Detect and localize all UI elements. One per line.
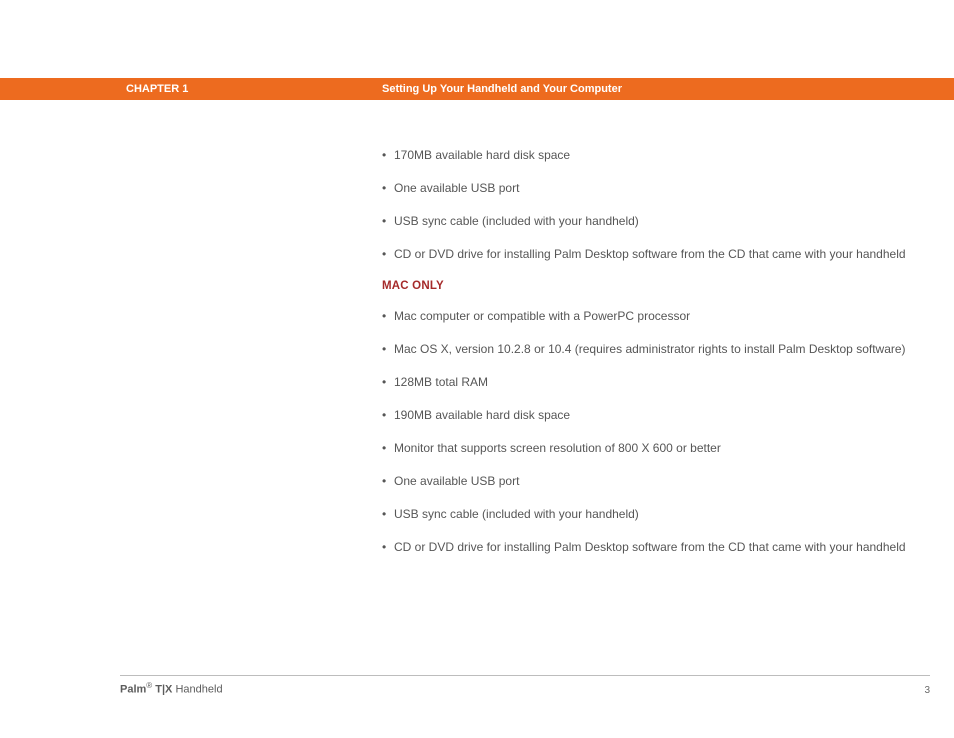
list-item: One available USB port [382, 472, 930, 490]
page-content: 170MB available hard disk space One avai… [382, 146, 930, 571]
list-item: CD or DVD drive for installing Palm Desk… [382, 245, 930, 263]
page-footer: Palm® T|X Handheld 3 [120, 681, 930, 696]
footer-model: T|X [152, 684, 172, 696]
list-item: Mac computer or compatible with a PowerP… [382, 307, 930, 325]
footer-rule [120, 675, 930, 676]
list-item: USB sync cable (included with your handh… [382, 212, 930, 230]
footer-brand: Palm [120, 684, 146, 696]
page-number: 3 [924, 685, 930, 696]
list-item: One available USB port [382, 179, 930, 197]
chapter-header-bar: CHAPTER 1 Setting Up Your Handheld and Y… [0, 78, 954, 100]
chapter-label: CHAPTER 1 [126, 83, 188, 95]
chapter-title: Setting Up Your Handheld and Your Comput… [382, 83, 622, 95]
list-item: USB sync cable (included with your handh… [382, 505, 930, 523]
list-item: Mac OS X, version 10.2.8 or 10.4 (requir… [382, 340, 930, 358]
requirements-list-1: 170MB available hard disk space One avai… [382, 146, 930, 263]
requirements-list-2: Mac computer or compatible with a PowerP… [382, 307, 930, 556]
list-item: CD or DVD drive for installing Palm Desk… [382, 538, 930, 556]
mac-only-heading: MAC ONLY [382, 278, 930, 295]
list-item: 128MB total RAM [382, 373, 930, 391]
list-item: 170MB available hard disk space [382, 146, 930, 164]
list-item: Monitor that supports screen resolution … [382, 439, 930, 457]
footer-product-name: Palm® T|X Handheld [120, 681, 223, 696]
list-item: 190MB available hard disk space [382, 406, 930, 424]
footer-suffix: Handheld [172, 684, 222, 696]
